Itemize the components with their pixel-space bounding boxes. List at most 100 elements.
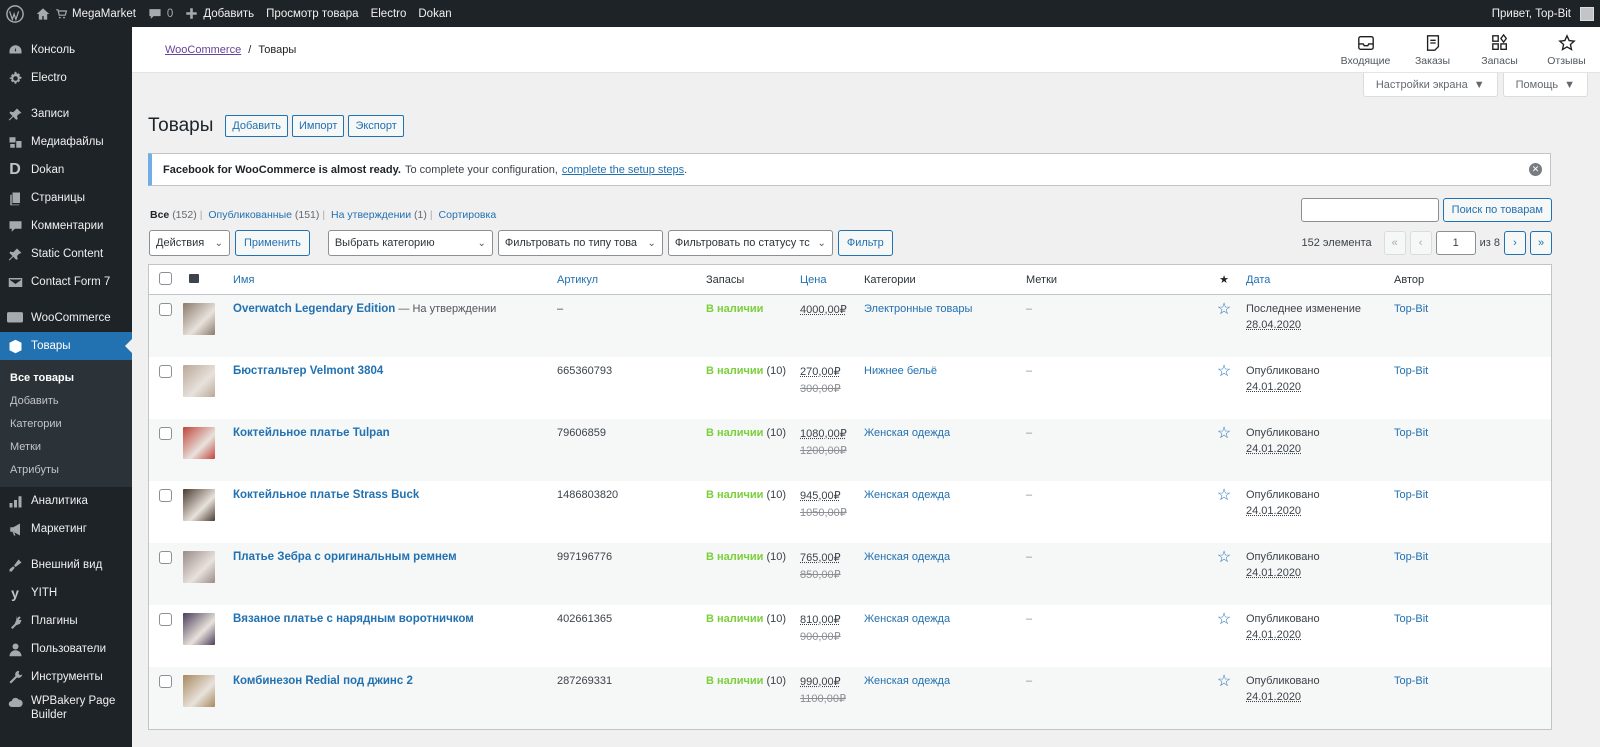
featured-star-icon[interactable]: ☆ [1217, 549, 1231, 566]
bulk-actions-select[interactable]: Действия ⌄ [149, 230, 230, 256]
import-button[interactable]: Импорт [291, 115, 345, 137]
prev-page-button[interactable]: ‹ [1409, 231, 1432, 255]
sidebar-item-analytics[interactable]: Аналитика [0, 487, 132, 515]
row-checkbox[interactable] [159, 365, 172, 378]
breadcrumb-woocommerce-link[interactable]: WooCommerce [165, 44, 241, 56]
product-name-link[interactable]: Коктейльное платье Tulpan [233, 427, 390, 439]
product-thumbnail[interactable] [183, 613, 215, 645]
product-thumbnail[interactable] [183, 427, 215, 459]
row-checkbox[interactable] [159, 489, 172, 502]
product-thumbnail[interactable] [183, 489, 215, 521]
sidebar-item-yith[interactable]: y YITH [0, 579, 132, 607]
sidebar-item-static-content[interactable]: Static Content [0, 240, 132, 268]
product-category-link[interactable]: Электронные товары [864, 303, 972, 315]
product-category-link[interactable]: Женская одежда [864, 613, 950, 625]
help-button[interactable]: Помощь ▼ [1502, 73, 1588, 97]
stock-status-select[interactable]: Фильтровать по статусу тс ⌄ [667, 230, 833, 256]
product-author-link[interactable]: Top-Bit [1394, 613, 1428, 625]
submenu-all-products[interactable]: Все товары [0, 366, 132, 389]
apply-button[interactable]: Применить [235, 230, 310, 256]
add-product-button[interactable]: Добавить [225, 115, 288, 137]
reviews-button[interactable]: Отзывы [1533, 27, 1600, 73]
product-author-link[interactable]: Top-Bit [1394, 489, 1428, 501]
product-category-link[interactable]: Нижнее бельё [864, 365, 937, 377]
sidebar-item-tools[interactable]: Инструменты [0, 663, 132, 691]
current-page-input[interactable]: 1 [1435, 231, 1476, 255]
view-pending-link[interactable]: На утверждении (1) [331, 209, 427, 221]
screen-options-button[interactable]: Настройки экрана ▼ [1362, 73, 1498, 97]
sidebar-item-media[interactable]: Медиафайлы [0, 128, 132, 156]
new-content-link[interactable]: Добавить [179, 0, 260, 27]
sidebar-item-woocommerce[interactable]: WooCommerce [0, 304, 132, 332]
product-author-link[interactable]: Top-Bit [1394, 303, 1428, 315]
search-input[interactable] [1300, 198, 1439, 222]
product-category-link[interactable]: Женская одежда [864, 675, 950, 687]
select-all-checkbox[interactable] [159, 271, 172, 285]
product-author-link[interactable]: Top-Bit [1394, 551, 1428, 563]
featured-star-icon[interactable]: ☆ [1217, 611, 1231, 628]
comments-link[interactable]: 0 [142, 0, 179, 27]
column-sku[interactable]: Артикул [557, 274, 598, 286]
sidebar-item-posts[interactable]: Записи [0, 100, 132, 128]
view-published-link[interactable]: Опубликованные (151) [208, 209, 319, 221]
site-name-link[interactable]: MegaMarket [30, 0, 142, 27]
stock-button[interactable]: Запасы [1466, 27, 1533, 73]
electro-link[interactable]: Electro [365, 0, 413, 27]
sidebar-item-dashboard[interactable]: Консоль [0, 36, 132, 64]
product-type-select[interactable]: Фильтровать по типу това ⌄ [497, 230, 663, 256]
my-account-link[interactable]: Привет, Top-Bit [1486, 0, 1600, 27]
row-checkbox[interactable] [159, 675, 172, 688]
product-author-link[interactable]: Top-Bit [1394, 427, 1428, 439]
featured-star-icon[interactable]: ☆ [1217, 301, 1231, 318]
featured-star-icon[interactable]: ☆ [1217, 425, 1231, 442]
inbox-button[interactable]: Входящие [1332, 27, 1399, 73]
product-name-link[interactable]: Бюстгальтер Velmont 3804 [233, 365, 383, 377]
product-name-link[interactable]: Платье Зебра с оригинальным ремнем [233, 551, 457, 563]
row-checkbox[interactable] [159, 303, 172, 316]
dismiss-notice-icon[interactable]: ✕ [1529, 163, 1542, 176]
sidebar-item-electro[interactable]: Electro [0, 64, 132, 92]
featured-star-icon[interactable]: ☆ [1217, 673, 1231, 690]
next-page-button[interactable]: › [1504, 231, 1526, 255]
product-thumbnail[interactable] [183, 365, 215, 397]
sidebar-item-contact-form[interactable]: Contact Form 7 [0, 268, 132, 296]
sidebar-item-plugins[interactable]: Плагины [0, 607, 132, 635]
submenu-categories[interactable]: Категории [0, 412, 132, 435]
row-checkbox[interactable] [159, 427, 172, 440]
setup-steps-link[interactable]: complete the setup steps [562, 164, 684, 176]
submenu-tags[interactable]: Метки [0, 435, 132, 458]
product-thumbnail[interactable] [183, 303, 215, 335]
product-thumbnail[interactable] [183, 675, 215, 707]
product-name-link[interactable]: Коктейльное платье Strass Buck [233, 489, 419, 501]
sidebar-item-comments[interactable]: Комментарии [0, 212, 132, 240]
featured-star-icon[interactable]: ☆ [1217, 363, 1231, 380]
export-button[interactable]: Экспорт [348, 115, 404, 137]
submenu-attributes[interactable]: Атрибуты [0, 458, 132, 481]
sidebar-item-users[interactable]: Пользователи [0, 635, 132, 663]
dokan-link[interactable]: Dokan [412, 0, 457, 27]
search-products-button[interactable]: Поиск по товарам [1442, 198, 1552, 222]
product-name-link[interactable]: Overwatch Legendary Edition [233, 303, 395, 315]
sidebar-item-dokan[interactable]: D Dokan [0, 156, 132, 184]
sidebar-item-wpbakery[interactable]: WPBakery Page Builder [0, 691, 132, 725]
column-price[interactable]: Цена [800, 274, 826, 286]
first-page-button[interactable]: « [1383, 231, 1406, 255]
product-name-link[interactable]: Вязаное платье с нарядным воротничком [233, 613, 474, 625]
product-category-link[interactable]: Женская одежда [864, 489, 950, 501]
sidebar-item-appearance[interactable]: Внешний вид [0, 551, 132, 579]
view-all-link[interactable]: Все (152) [150, 209, 197, 221]
sidebar-item-products[interactable]: Товары [0, 332, 132, 360]
row-checkbox[interactable] [159, 551, 172, 564]
column-date[interactable]: Дата [1246, 274, 1270, 286]
featured-star-icon[interactable]: ☆ [1217, 487, 1231, 504]
submenu-add-new[interactable]: Добавить [0, 389, 132, 412]
view-product-link[interactable]: Просмотр товара [260, 0, 364, 27]
filter-button[interactable]: Фильтр [837, 230, 893, 256]
product-author-link[interactable]: Top-Bit [1394, 365, 1428, 377]
sidebar-item-pages[interactable]: Страницы [0, 184, 132, 212]
orders-button[interactable]: Заказы [1399, 27, 1466, 73]
product-category-link[interactable]: Женская одежда [864, 427, 950, 439]
product-author-link[interactable]: Top-Bit [1394, 675, 1428, 687]
last-page-button[interactable]: » [1530, 231, 1552, 255]
sidebar-item-marketing[interactable]: Маркетинг [0, 515, 132, 543]
